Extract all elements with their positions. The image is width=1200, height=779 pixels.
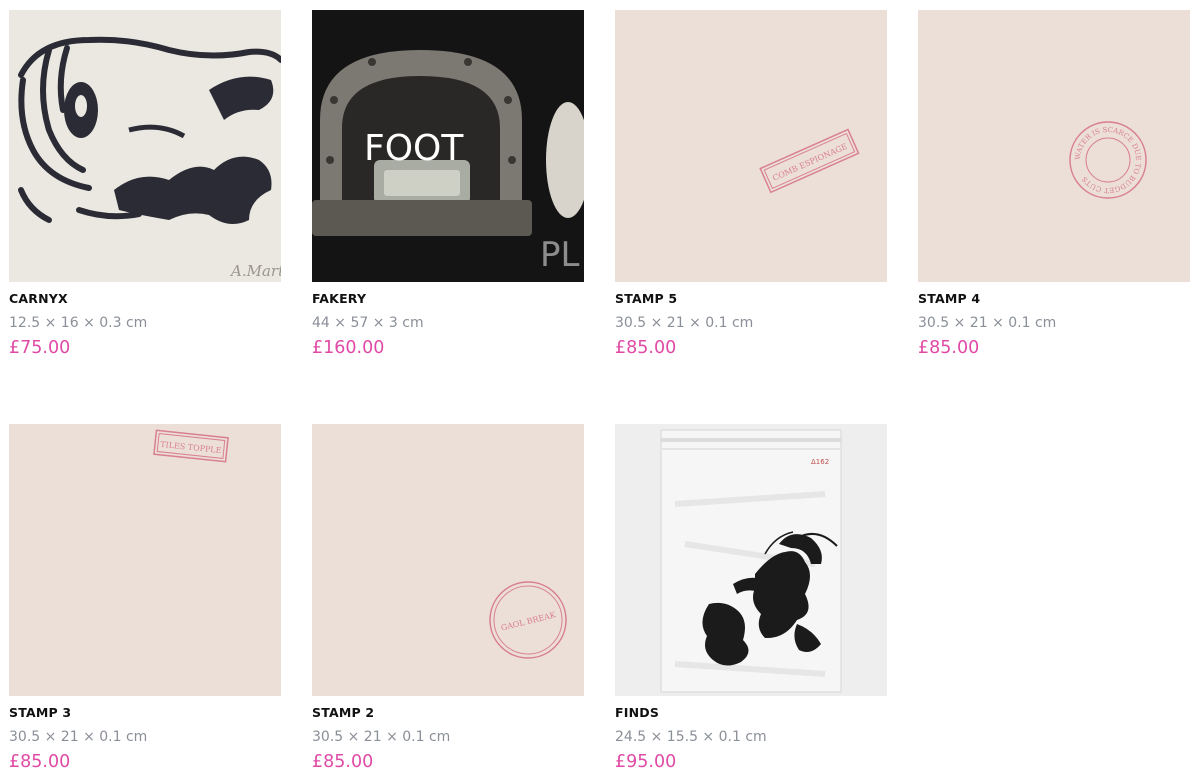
product-dimensions: 30.5 × 21 × 0.1 cm <box>9 729 148 745</box>
product-price: £75.00 <box>9 338 71 358</box>
product-image-carnyx[interactable]: A.Marti <box>9 10 281 282</box>
product-dimensions: 30.5 × 21 × 0.1 cm <box>312 729 451 745</box>
product-dimensions: 30.5 × 21 × 0.1 cm <box>918 315 1057 331</box>
product-price: £85.00 <box>615 338 677 358</box>
product-price: £85.00 <box>312 752 374 772</box>
product-title[interactable]: STAMP 4 <box>918 291 980 306</box>
stamp-2-artwork: GAOL BREAK <box>312 424 584 696</box>
product-title[interactable]: STAMP 5 <box>615 291 677 306</box>
product-image-finds[interactable]: Δ162 <box>615 424 887 696</box>
bag-label: Δ162 <box>811 458 829 466</box>
artist-signature: A.Marti <box>229 262 281 280</box>
product-image-stamp-3[interactable]: TILES TOPPLE <box>9 424 281 696</box>
finds-artwork: Δ162 <box>615 424 887 696</box>
product-price: £85.00 <box>918 338 980 358</box>
product-card-carnyx[interactable]: A.Marti CARNYX 12.5 × 16 × 0.3 cm £75.00 <box>9 10 281 358</box>
product-dimensions: 24.5 × 15.5 × 0.1 cm <box>615 729 767 745</box>
product-dimensions: 30.5 × 21 × 0.1 cm <box>615 315 754 331</box>
stamp-5-artwork: COMB ESPIONAGE <box>615 10 887 282</box>
product-price: £95.00 <box>615 752 677 772</box>
product-image-stamp-5[interactable]: COMB ESPIONAGE <box>615 10 887 282</box>
stamp-3-artwork: TILES TOPPLE <box>9 424 281 696</box>
stamp-4-artwork: WATER IS SCARCE DUE TO BUDGET CUTS <box>918 10 1190 282</box>
product-price: £85.00 <box>9 752 71 772</box>
fakery-overlay-text: FOOT <box>364 128 464 169</box>
product-title[interactable]: STAMP 3 <box>9 705 71 720</box>
product-dimensions: 12.5 × 16 × 0.3 cm <box>9 315 148 331</box>
product-card-stamp-4[interactable]: WATER IS SCARCE DUE TO BUDGET CUTS STAMP… <box>918 10 1190 358</box>
product-card-stamp-2[interactable]: GAOL BREAK STAMP 2 30.5 × 21 × 0.1 cm £8… <box>312 424 584 772</box>
product-title[interactable]: FAKERY <box>312 291 366 306</box>
product-card-stamp-5[interactable]: COMB ESPIONAGE STAMP 5 30.5 × 21 × 0.1 c… <box>615 10 887 358</box>
product-price: £160.00 <box>312 338 385 358</box>
product-card-finds[interactable]: Δ162 FINDS 24.5 × 15.5 × 0.1 cm £95.00 <box>615 424 887 772</box>
fakery-overlay-text-2: PL <box>540 235 580 275</box>
product-image-stamp-4[interactable]: WATER IS SCARCE DUE TO BUDGET CUTS <box>918 10 1190 282</box>
product-dimensions: 44 × 57 × 3 cm <box>312 315 424 331</box>
product-title[interactable]: STAMP 2 <box>312 705 374 720</box>
product-card-fakery[interactable]: FOOT PL FAKERY 44 × 57 × 3 cm £160.00 <box>312 10 584 358</box>
product-title[interactable]: FINDS <box>615 705 659 720</box>
product-card-stamp-3[interactable]: TILES TOPPLE STAMP 3 30.5 × 21 × 0.1 cm … <box>9 424 281 772</box>
product-title[interactable]: CARNYX <box>9 291 68 306</box>
carnyx-artwork: A.Marti <box>9 10 281 282</box>
product-image-fakery[interactable]: FOOT PL <box>312 10 584 282</box>
fakery-artwork: FOOT PL <box>312 10 584 282</box>
product-image-stamp-2[interactable]: GAOL BREAK <box>312 424 584 696</box>
